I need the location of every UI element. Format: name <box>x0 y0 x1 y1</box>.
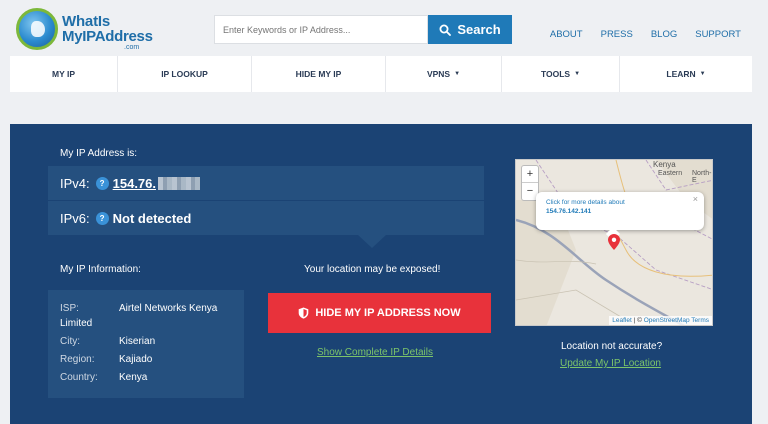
location-map[interactable]: Kenya Eastern North-E + − Click for more… <box>515 159 713 326</box>
not-accurate-text: Location not accurate? <box>561 341 663 352</box>
callout-notch <box>358 235 386 248</box>
attribution-sep: | © <box>631 317 644 324</box>
region-value: Kajiado <box>119 354 153 365</box>
map-popup[interactable]: Click for more details about 154.76.142.… <box>536 192 704 230</box>
nav-label: HIDE MY IP <box>295 69 342 79</box>
globe-icon <box>16 8 58 50</box>
leaflet-link[interactable]: Leaflet <box>612 317 632 324</box>
nav-vpns[interactable]: VPNS ▼ <box>386 56 502 92</box>
show-details-link[interactable]: Show Complete IP Details <box>317 347 433 358</box>
nav-label: IP LOOKUP <box>161 69 208 79</box>
popup-close-icon[interactable]: × <box>693 194 698 204</box>
main-nav: MY IP IP LOOKUP HIDE MY IP VPNS ▼ TOOLS ▼ … <box>10 56 752 92</box>
link-blog[interactable]: BLOG <box>651 29 677 40</box>
isp-value: Airtel Networks Kenya <box>119 303 218 314</box>
region-label: Region: <box>60 354 95 365</box>
nav-my-ip[interactable]: MY IP <box>10 56 118 92</box>
logo-line-3: .com <box>124 44 140 51</box>
isp-label: ISP: <box>60 303 79 314</box>
search-input[interactable] <box>214 15 428 44</box>
caret-down-icon: ▼ <box>454 71 461 77</box>
nav-label: TOOLS <box>540 69 571 79</box>
shield-icon <box>299 307 309 319</box>
update-location-link[interactable]: Update My IP Location <box>560 358 661 369</box>
link-support[interactable]: SUPPORT <box>695 29 741 40</box>
search-button-label: Search <box>457 22 501 37</box>
nav-ip-lookup[interactable]: IP LOOKUP <box>118 56 252 92</box>
info-heading: My IP Information: <box>60 264 141 275</box>
isp-value-cont: Limited <box>60 318 93 329</box>
nav-learn[interactable]: LEARN ▼ <box>620 56 752 92</box>
zoom-in-button[interactable]: + <box>522 166 538 183</box>
redacted-ip-segment <box>158 176 200 190</box>
exposed-warning: Your location may be exposed! <box>304 264 441 275</box>
hide-ip-label: HIDE MY IP ADDRESS NOW <box>315 307 461 319</box>
nav-label: VPNS <box>426 69 451 79</box>
country-value: Kenya <box>119 372 148 383</box>
city-value: Kiserian <box>119 336 156 347</box>
country-label: Country: <box>60 372 98 383</box>
link-press[interactable]: PRESS <box>601 29 633 40</box>
map-marker-icon[interactable] <box>608 234 620 250</box>
terms-link[interactable]: Terms <box>691 317 709 324</box>
ipv4-row: IPv4: ? 154.76. <box>48 166 484 200</box>
logo-line-2: MyIPAddress <box>62 28 153 45</box>
site-logo[interactable]: WhatIs MyIPAddress .com <box>16 8 166 52</box>
osm-link[interactable]: OpenStreetMap <box>644 317 690 324</box>
link-about[interactable]: ABOUT <box>550 29 583 40</box>
search-button[interactable]: Search <box>428 15 512 44</box>
map-label-eastern: Eastern <box>658 170 683 177</box>
ipv4-value[interactable]: 154.76. <box>113 176 156 191</box>
nav-label: LEARN <box>666 69 696 79</box>
map-label-north: North-E <box>692 170 712 184</box>
nav-label: MY IP <box>52 69 75 79</box>
hide-ip-button[interactable]: HIDE MY IP ADDRESS NOW <box>268 293 491 333</box>
nav-hide-my-ip[interactable]: HIDE MY IP <box>252 56 386 92</box>
ipv6-label: IPv6: <box>60 210 90 226</box>
top-links: ABOUT PRESS BLOG SUPPORT <box>550 29 741 40</box>
city-label: City: <box>60 336 80 347</box>
ipv6-value: Not detected <box>112 210 192 226</box>
ip-heading: My IP Address is: <box>60 148 138 159</box>
popup-ip: 154.76.142.141 <box>546 208 592 215</box>
caret-down-icon: ▼ <box>574 71 581 77</box>
map-attribution: Leaflet | © OpenStreetMap Terms <box>609 316 712 325</box>
help-icon[interactable]: ? <box>95 176 109 190</box>
search-icon <box>439 24 452 36</box>
nav-tools[interactable]: TOOLS ▼ <box>502 56 620 92</box>
ip-info-box: ISP: Airtel Networks Kenya Limited City:… <box>48 290 244 398</box>
ipv6-row: IPv6: ? Not detected <box>48 201 484 235</box>
help-icon[interactable]: ? <box>95 211 109 225</box>
popup-text: Click for more details about <box>546 199 625 206</box>
ipv4-label: IPv4: <box>60 175 90 191</box>
caret-down-icon: ▼ <box>699 71 706 77</box>
map-label-kenya: Kenya <box>653 160 676 169</box>
